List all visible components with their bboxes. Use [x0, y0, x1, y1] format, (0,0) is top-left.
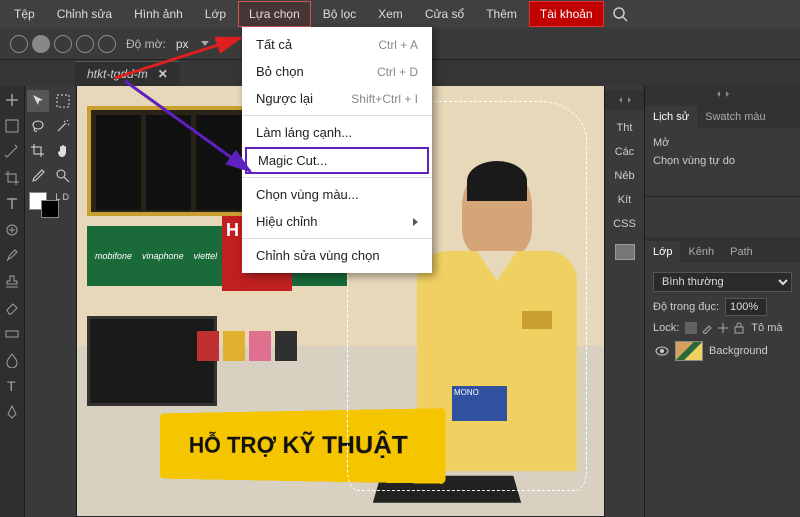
marquee-tool[interactable]: [52, 90, 74, 112]
plus-icon[interactable]: [4, 92, 20, 108]
crop-tool[interactable]: [27, 140, 49, 162]
menu-file[interactable]: Tệp: [4, 2, 45, 26]
tab-channels[interactable]: Kênh: [680, 241, 722, 263]
layers-list: Background: [653, 337, 792, 365]
menu-filter[interactable]: Bộ lọc: [313, 2, 366, 26]
panel-shortcut[interactable]: Nẻb: [614, 170, 634, 182]
history-list: Mở Chọn vùng tự do: [645, 128, 800, 176]
color-swatches[interactable]: L D: [27, 192, 71, 222]
move-tool[interactable]: [27, 90, 49, 112]
collapsed-panels-strip: Tht Các Nẻb Kít CSS: [604, 86, 644, 517]
image-icon[interactable]: [615, 244, 635, 260]
tab-swatches[interactable]: Swatch màu: [697, 106, 774, 128]
layer-name: Background: [709, 345, 768, 357]
lock-move-icon[interactable]: [717, 322, 729, 334]
heal-icon[interactable]: [4, 222, 20, 238]
right-sidebar: Lịch sử Swatch màu Mở Chọn vùng tự do Lớ…: [644, 86, 800, 517]
tab-history[interactable]: Lịch sử: [645, 106, 697, 128]
opacity-input[interactable]: 100%: [725, 298, 767, 316]
eye-icon[interactable]: [655, 344, 669, 358]
chevron-right-icon: [413, 218, 418, 226]
lock-controls: [685, 322, 745, 334]
history-panel: Lịch sử Swatch màu Mở Chọn vùng tự do: [645, 86, 800, 197]
brush-presets[interactable]: [10, 35, 116, 53]
svg-text:T: T: [7, 378, 16, 394]
menu-view[interactable]: Xem: [368, 2, 413, 26]
menu-layer[interactable]: Lớp: [195, 2, 236, 26]
lasso-tool[interactable]: [27, 115, 49, 137]
pen-icon[interactable]: [4, 404, 20, 420]
wand-tool[interactable]: [52, 115, 74, 137]
photo-items: [197, 331, 297, 361]
menu-image[interactable]: Hình ảnh: [124, 2, 193, 26]
circle-icon: [10, 35, 28, 53]
menu-edit-selection[interactable]: Chỉnh sửa vùng chọn: [242, 242, 432, 269]
lock-label: Lock:: [653, 322, 679, 334]
photo-monitor: [87, 316, 217, 406]
panel-shortcut[interactable]: CSS: [613, 218, 636, 230]
circle-icon: [54, 35, 72, 53]
layer-thumbnail: [675, 341, 703, 361]
layers-tabs: Lớp Kênh Path: [645, 237, 800, 263]
brush-icon[interactable]: [4, 248, 20, 264]
zoom-tool[interactable]: [52, 165, 74, 187]
menu-modify[interactable]: Hiệu chỉnh: [242, 208, 432, 235]
menu-more[interactable]: Thêm: [476, 2, 527, 26]
blur-icon[interactable]: [4, 352, 20, 368]
search-icon[interactable]: [612, 6, 628, 22]
hand-tool[interactable]: [52, 140, 74, 162]
collapse-handle[interactable]: [645, 86, 800, 102]
toolbox: L D: [25, 86, 77, 517]
type-icon[interactable]: T: [4, 378, 20, 394]
menu-select-all[interactable]: Tất cảCtrl + A: [242, 31, 432, 58]
lock-brush-icon[interactable]: [701, 322, 713, 334]
lock-transparency-icon[interactable]: [685, 322, 697, 334]
panel-shortcut[interactable]: Tht: [617, 122, 633, 134]
circle-filled-icon: [32, 35, 50, 53]
panel-shortcut[interactable]: Kít: [618, 194, 631, 206]
crop-icon[interactable]: [4, 170, 20, 186]
tab-paths[interactable]: Path: [722, 241, 761, 263]
menu-window[interactable]: Cửa sổ: [415, 2, 474, 26]
history-item[interactable]: Chọn vùng tự do: [653, 152, 792, 170]
history-tabs: Lịch sử Swatch màu: [645, 102, 800, 128]
layers-panel: Lớp Kênh Path Bình thường Độ trong đục: …: [645, 237, 800, 371]
tab-layers[interactable]: Lớp: [645, 241, 680, 263]
menu-separator: [242, 238, 432, 239]
lock-all-icon[interactable]: [733, 322, 745, 334]
annotation-arrow-purple: [120, 76, 280, 186]
menu-select[interactable]: Lựa chọn: [238, 1, 311, 27]
eraser-icon[interactable]: [4, 300, 20, 316]
square-icon[interactable]: [4, 118, 20, 134]
opacity-label: Độ trong đục:: [653, 301, 719, 313]
circle-icon: [76, 35, 94, 53]
swatch-label: L D: [55, 192, 69, 202]
left-aux-strip: T: [0, 86, 25, 517]
eyedropper-tool[interactable]: [27, 165, 49, 187]
stamp-icon[interactable]: [4, 274, 20, 290]
blend-mode-select[interactable]: Bình thường: [653, 272, 792, 292]
menu-account[interactable]: Tài khoản: [529, 1, 604, 27]
collapse-handle[interactable]: [605, 90, 644, 110]
text-icon[interactable]: [4, 196, 20, 212]
background-swatch[interactable]: [41, 200, 59, 218]
menubar: Tệp Chỉnh sửa Hình ảnh Lớp Lựa chọn Bộ l…: [0, 0, 800, 28]
panel-shortcut[interactable]: Các: [615, 146, 635, 158]
wand-icon[interactable]: [4, 144, 20, 160]
layer-row[interactable]: Background: [653, 337, 792, 365]
gradient-icon[interactable]: [4, 326, 20, 342]
menu-edit[interactable]: Chỉnh sửa: [47, 2, 122, 26]
history-item[interactable]: Mở: [653, 134, 792, 152]
fill-label: Tô mà: [751, 322, 782, 334]
